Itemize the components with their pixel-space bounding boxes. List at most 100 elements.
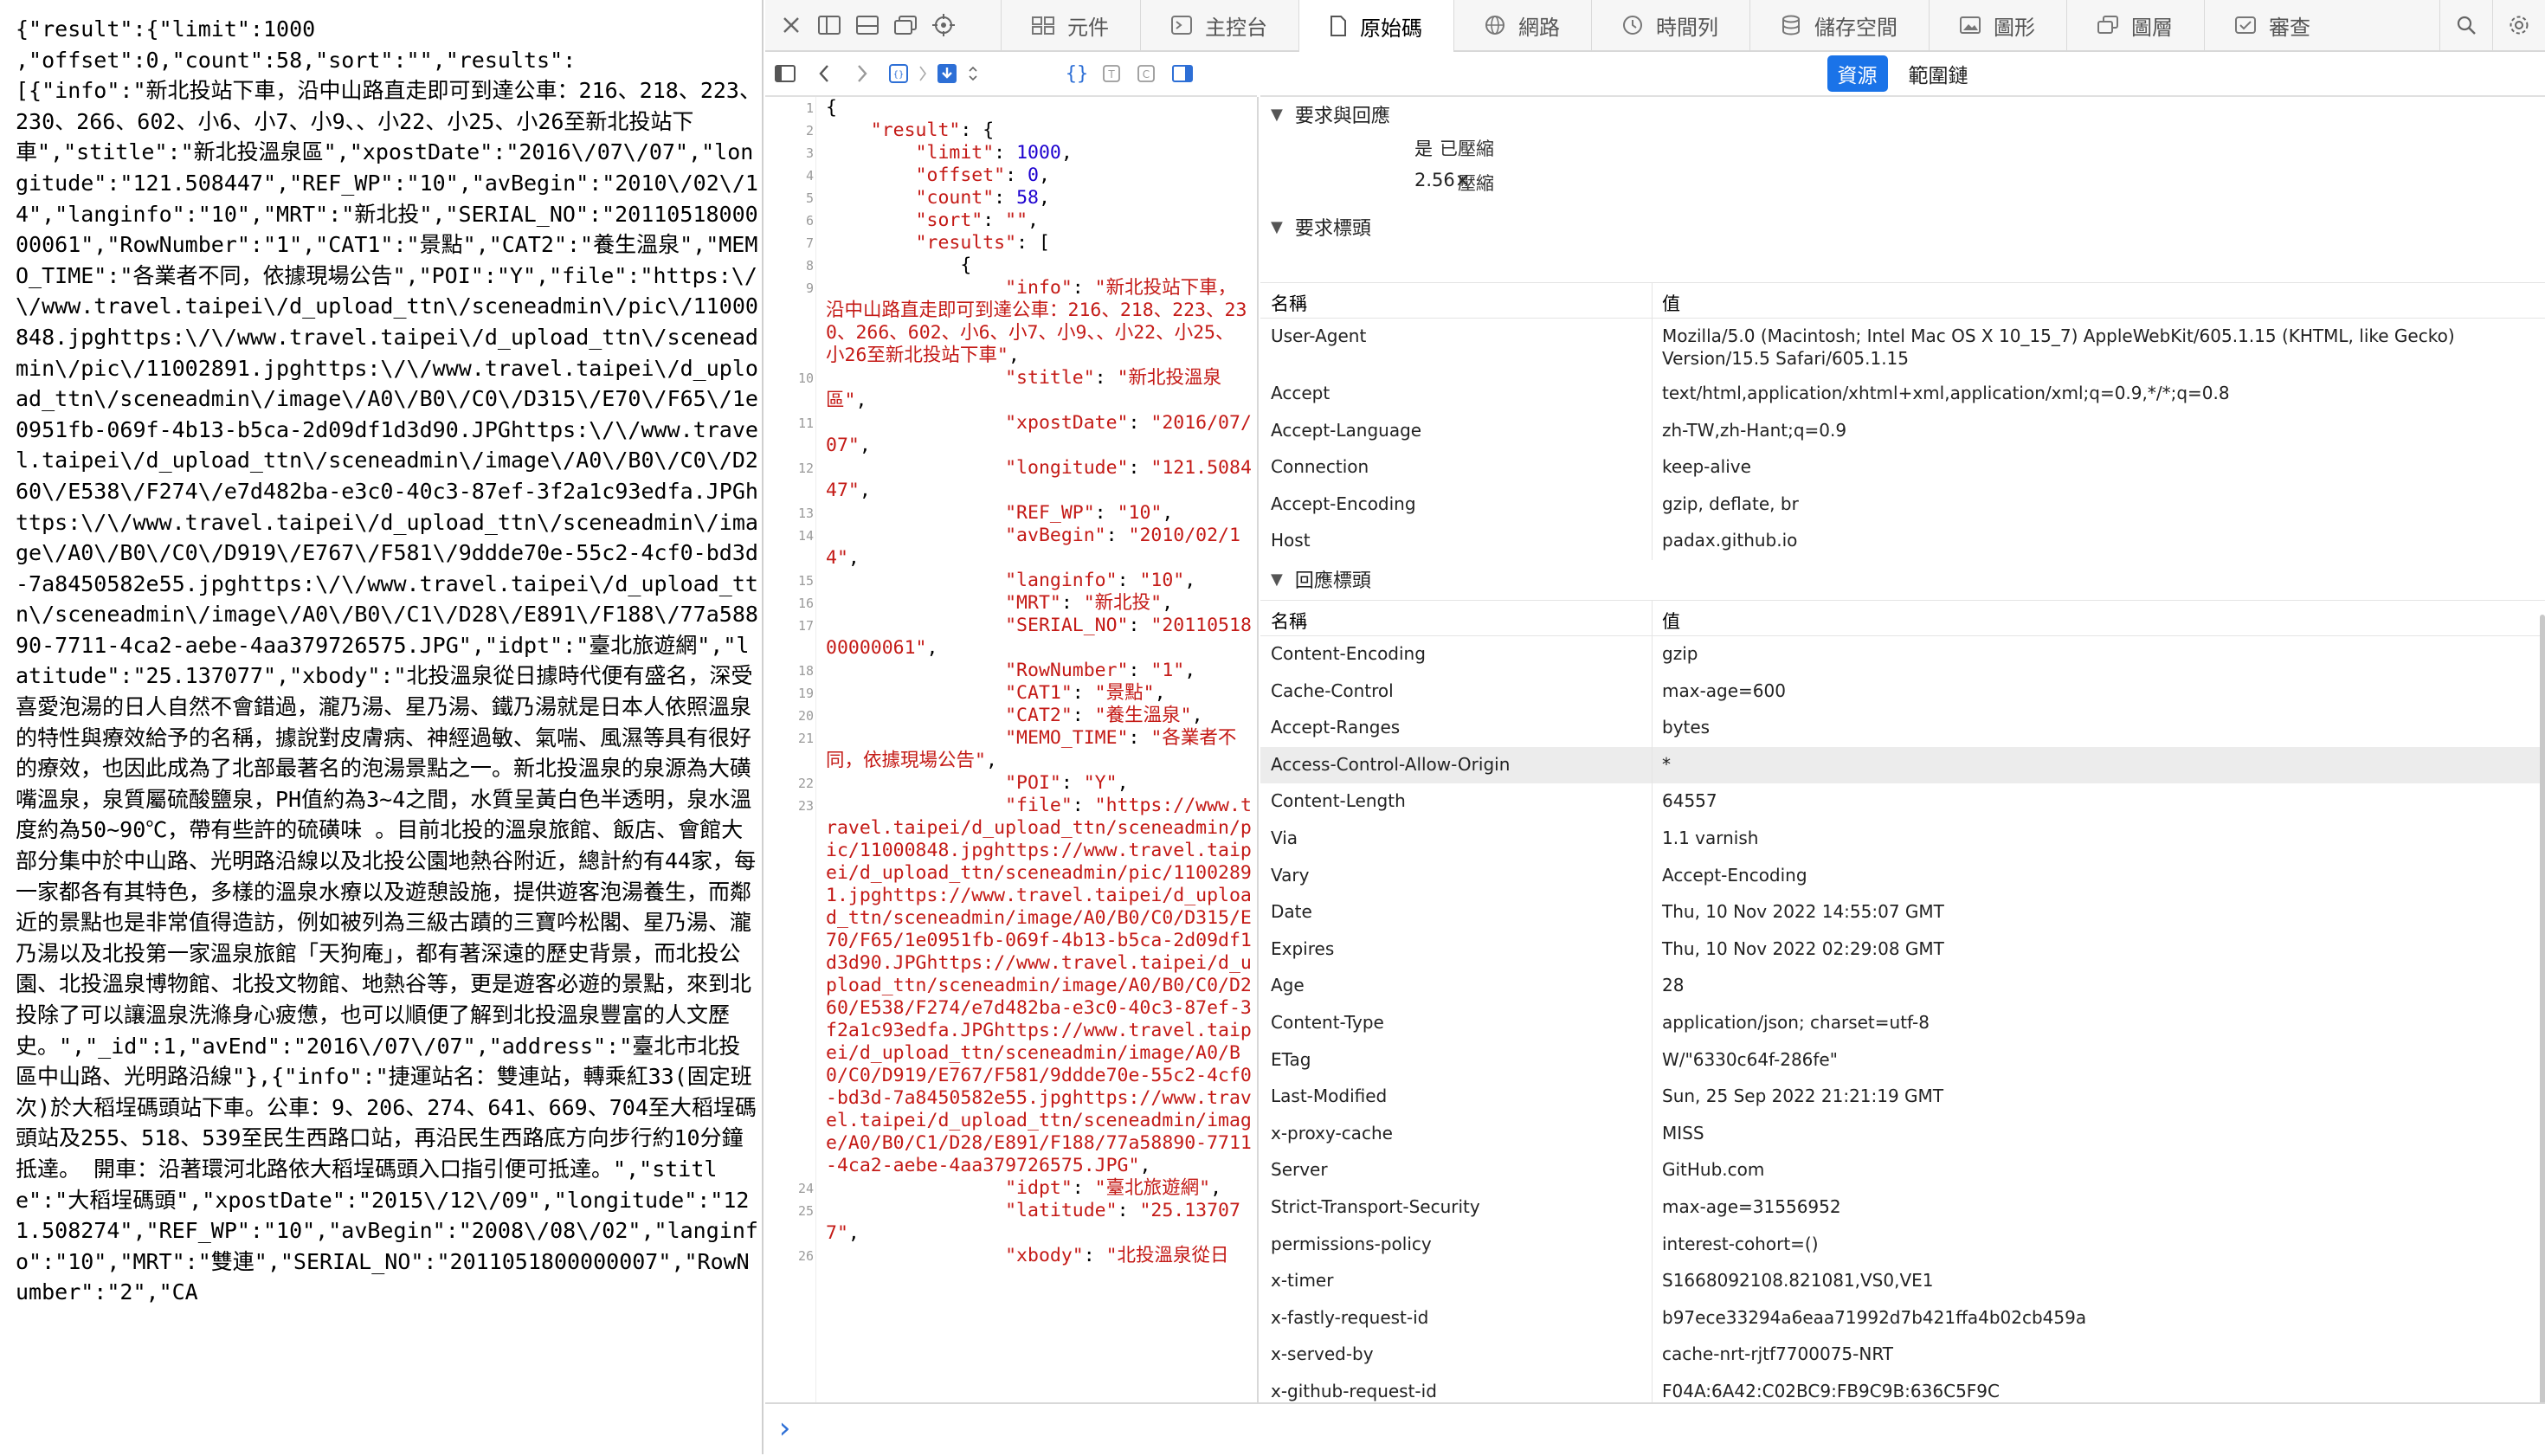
code-punctuation (826, 412, 1005, 434)
code-punctuation (826, 525, 1005, 546)
dock-left-icon[interactable] (810, 0, 848, 50)
code-string: "file" (1005, 795, 1073, 816)
header-row[interactable]: x-github-request-id F04A:6A42:C02BC9:FB9C… (1260, 1374, 2545, 1402)
code-string: "result" (870, 119, 961, 141)
code-punctuation: , (1139, 1155, 1151, 1176)
header-row[interactable]: Host padax.github.io (1260, 523, 2545, 560)
code-punctuation: , (1117, 772, 1129, 794)
pretty-print-icon[interactable]: {} (1060, 53, 1094, 94)
header-row[interactable]: Date Thu, 10 Nov 2022 14:55:07 GMT (1260, 894, 2545, 931)
header-row[interactable]: Strict-Transport-Security max-age=3155695… (1260, 1189, 2545, 1227)
column-separator (1652, 601, 1653, 635)
header-row[interactable]: Access-Control-Allow-Origin * (1260, 746, 2545, 784)
header-row[interactable]: Last-Modified Sun, 25 Sep 2022 21:21:19 G… (1260, 1079, 2545, 1116)
tab-layers[interactable]: 圖層 (2066, 0, 2204, 50)
element-picker-icon[interactable] (925, 0, 963, 50)
header-row[interactable]: x-fastly-request-id b97ece33294a6eaa71992… (1260, 1299, 2545, 1337)
section-request-response[interactable]: ▼ 要求與回應 (1260, 97, 2545, 132)
type-profiler-icon[interactable]: T (1094, 53, 1129, 94)
header-row[interactable]: Via 1.1 varnish (1260, 821, 2545, 858)
header-row[interactable]: Vary Accept-Encoding (1260, 857, 2545, 895)
search-icon[interactable] (2439, 0, 2492, 50)
tab-graphics[interactable]: 圖形 (1929, 0, 2066, 50)
tab-elements[interactable]: 元件 (1001, 0, 1140, 50)
segment-scope-chain[interactable]: 範圍鏈 (1898, 55, 1979, 92)
header-row[interactable]: Accept-Language zh-TW,zh-Hant;q=0.9 (1260, 412, 2545, 450)
tab-audit[interactable]: 審查 (2204, 0, 2342, 50)
header-value: gzip, deflate, br (1662, 493, 1799, 514)
forward-arrow-icon[interactable] (843, 53, 881, 94)
breadcrumb-chevron-updown-icon[interactable] (964, 53, 982, 94)
code-string: "SERIAL_NO" (1005, 615, 1129, 636)
tab-storage[interactable]: 儲存空間 (1749, 0, 1929, 50)
disclosure-triangle-icon[interactable]: ▼ (1271, 218, 1283, 236)
source-code: 1{2 "result": {3 "limit": 1000, 4 "offset… (798, 97, 1252, 1267)
header-value: S1668092108.821081,VS0,VE1 (1662, 1270, 1934, 1292)
code-coverage-icon[interactable]: C (1129, 53, 1163, 94)
header-row[interactable]: User-Agent Mozilla/5.0 (Macintosh; Intel … (1260, 319, 2545, 376)
header-row[interactable]: Accept-Encoding gzip, deflate, br (1260, 486, 2545, 524)
download-icon[interactable] (930, 53, 964, 94)
code-punctuation (826, 164, 916, 186)
tab-console[interactable]: 主控台 (1140, 0, 1298, 50)
header-row[interactable]: Server GitHub.com (1260, 1152, 2545, 1189)
code-string: "xpostDate" (1005, 412, 1129, 434)
header-name: Age (1271, 975, 1305, 996)
source-code-viewer[interactable]: 1{2 "result": {3 "limit": 1000, 4 "offset… (765, 97, 1259, 1402)
code-punctuation (826, 1245, 1005, 1266)
disclosure-triangle-icon[interactable]: ▼ (1271, 106, 1283, 124)
code-string: "longitude" (1005, 457, 1129, 479)
tab-label: 圖形 (1994, 15, 2035, 40)
details-sidebar-toggle-icon[interactable] (1163, 53, 1202, 94)
web-inspector: 元件 主控台 原始碼 網路 時間列 儲存空間 圖形 圖層 審查 {} {} T C 1{2 "r… (765, 0, 2545, 1456)
code-line: 20 "CAT2": "養生溫泉", (798, 705, 1252, 727)
header-row[interactable]: permissions-policy interest-cohort=() (1260, 1226, 2545, 1264)
section-response-headers[interactable]: ▼ 回應標頭 (1260, 562, 2545, 596)
sidebar-toggle-icon[interactable] (765, 53, 805, 94)
back-arrow-icon[interactable] (805, 53, 843, 94)
console-prompt-bar[interactable]: › (765, 1402, 2545, 1456)
code-string: "養生溫泉" (1094, 705, 1192, 726)
header-row[interactable]: Accept-Ranges bytes (1260, 710, 2545, 747)
header-row[interactable]: Cache-Control max-age=600 (1260, 673, 2545, 711)
tab-network[interactable]: 網路 (1453, 0, 1591, 50)
details-scrollbar[interactable] (2540, 615, 2545, 1402)
resource-file-icon[interactable]: {} (881, 53, 916, 94)
section-request-headers[interactable]: ▼ 要求標頭 (1260, 209, 2545, 244)
gear-icon[interactable] (2492, 0, 2545, 50)
table-header: 名稱 值 (1260, 282, 2545, 319)
header-row[interactable]: Age 28 (1260, 968, 2545, 1005)
tab-label: 原始碼 (1360, 16, 1422, 41)
code-punctuation: : (1117, 570, 1140, 591)
section-title: 要求與回應 (1294, 106, 1390, 127)
header-row[interactable]: Content-Length 64557 (1260, 783, 2545, 821)
tab-sources[interactable]: 原始碼 (1298, 0, 1453, 52)
close-icon[interactable] (772, 0, 810, 50)
column-separator (1652, 783, 1653, 821)
header-row[interactable]: x-served-by cache-nrt-rjtf7700075-NRT (1260, 1337, 2545, 1374)
header-row[interactable]: Connection keep-alive (1260, 449, 2545, 486)
header-row[interactable]: Expires Thu, 10 Nov 2022 02:29:08 GMT (1260, 931, 2545, 969)
code-punctuation (826, 660, 1005, 681)
line-number: 23 (797, 798, 814, 814)
dock-bottom-icon[interactable] (848, 0, 886, 50)
layers-icon (2097, 15, 2119, 35)
timelines-icon (1621, 14, 1644, 36)
header-row[interactable]: Content-Encoding gzip (1260, 636, 2545, 673)
code-string: "langinfo" (1005, 570, 1118, 591)
tab-timelines[interactable]: 時間列 (1591, 0, 1749, 50)
header-row[interactable]: Content-Type application/json; charset=ut… (1260, 1005, 2545, 1042)
code-punctuation: : (1128, 412, 1151, 434)
disclosure-triangle-icon[interactable]: ▼ (1271, 570, 1283, 589)
header-name: Accept-Encoding (1271, 493, 1416, 514)
detach-window-icon[interactable] (886, 0, 925, 50)
header-name: Cache-Control (1271, 680, 1394, 701)
header-value: Thu, 10 Nov 2022 02:29:08 GMT (1662, 937, 1944, 959)
code-punctuation: : (983, 209, 1006, 231)
header-value: 28 (1662, 975, 1685, 996)
header-row[interactable]: x-timer S1668092108.821081,VS0,VE1 (1260, 1263, 2545, 1300)
header-row[interactable]: ETag W/"6330c64f-286fe" (1260, 1041, 2545, 1079)
segment-resource[interactable]: 資源 (1827, 55, 1888, 92)
header-row[interactable]: Accept text/html,application/xhtml+xml,ap… (1260, 376, 2545, 413)
header-row[interactable]: x-proxy-cache MISS (1260, 1115, 2545, 1153)
